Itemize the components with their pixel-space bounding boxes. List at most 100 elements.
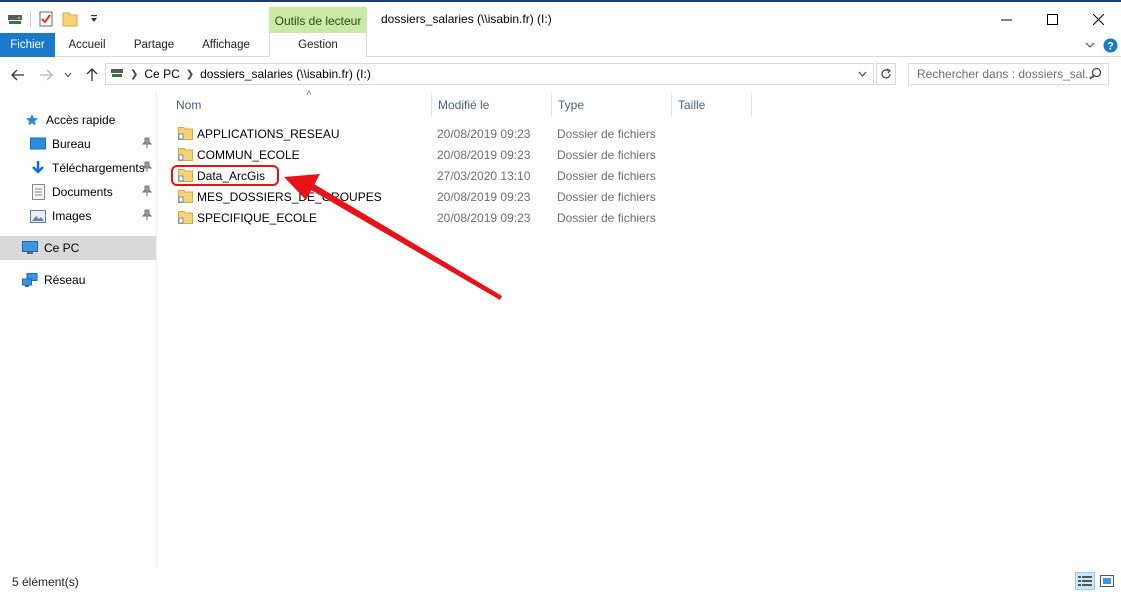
pin-icon[interactable] — [141, 185, 153, 200]
nav-item-documents[interactable]: Documents — [0, 180, 156, 204]
nav-item-images[interactable]: Images — [0, 204, 156, 228]
file-date: 20/08/2019 09:23 — [437, 190, 531, 204]
help-icon: ? — [1103, 38, 1117, 52]
title-bar: Outils de lecteur dossiers_salaries (\\i… — [0, 0, 1121, 35]
nav-item-label: Documents — [52, 185, 113, 199]
network-icon — [22, 272, 38, 288]
address-dropdown-button[interactable] — [855, 67, 869, 81]
column-header-taille[interactable]: Taille — [672, 92, 752, 117]
forward-button[interactable] — [36, 65, 56, 85]
search-input[interactable]: Rechercher dans : dossiers_sal... — [908, 63, 1109, 85]
column-header-nom[interactable]: Nom ˄ — [170, 88, 432, 117]
ribbon-tab-bar: Fichier Accueil Partage Affichage Gestio… — [0, 33, 1121, 57]
minimize-icon — [1000, 19, 1012, 20]
file-date: 20/08/2019 09:23 — [437, 127, 531, 141]
nav-item-quick-access[interactable]: Accès rapide — [0, 108, 156, 132]
shared-folder-icon — [178, 126, 193, 140]
customize-dropdown-icon[interactable] — [85, 10, 103, 28]
chevron-down-icon — [64, 72, 72, 78]
tab-affichage[interactable]: Affichage — [192, 33, 260, 57]
toolbar-separator — [30, 11, 31, 27]
context-tab-drive-tools[interactable]: Outils de lecteur — [269, 7, 367, 35]
column-label: Taille — [678, 97, 706, 112]
column-header-modifie-le[interactable]: Modifié le — [432, 92, 552, 117]
chevron-down-icon — [858, 71, 866, 77]
documents-icon — [30, 184, 46, 200]
navigation-row: ❯ Ce PC ❯ dossiers_salaries (\\isabin.fr… — [0, 57, 1121, 92]
address-bar[interactable]: ❯ Ce PC ❯ dossiers_salaries (\\isabin.fr… — [105, 63, 874, 85]
breadcrumb-chevron-icon[interactable]: ❯ — [186, 69, 194, 80]
file-type: Dossier de fichiers — [557, 169, 656, 183]
properties-icon[interactable] — [37, 10, 55, 28]
nav-item-label: Ce PC — [44, 241, 80, 255]
table-row[interactable]: APPLICATIONS_RESEAU 20/08/2019 09:23 Dos… — [170, 123, 690, 144]
tab-fichier[interactable]: Fichier — [0, 33, 55, 57]
nav-item-telechargements[interactable]: Téléchargements — [0, 156, 156, 180]
nav-item-bureau[interactable]: Bureau — [0, 132, 156, 156]
breadcrumb-current-drive[interactable]: dossiers_salaries (\\isabin.fr) (I:) — [200, 67, 371, 81]
details-view-icon — [1078, 576, 1092, 586]
large-icons-view-button[interactable] — [1097, 572, 1117, 590]
table-row[interactable]: MES_DOSSIERS_DE_GROUPES 20/08/2019 09:23… — [170, 186, 690, 207]
item-count: 5 élément(s) — [12, 575, 79, 589]
expand-ribbon-button[interactable] — [1082, 37, 1098, 53]
tab-partage[interactable]: Partage — [124, 33, 184, 57]
nav-item-label: Réseau — [44, 273, 86, 287]
table-row[interactable]: SPECIFIQUE_ECOLE 20/08/2019 09:23 Dossie… — [170, 207, 690, 228]
pin-icon[interactable] — [141, 209, 153, 224]
close-icon — [1092, 13, 1104, 25]
drive-icon — [110, 67, 124, 82]
arrow-right-icon — [40, 69, 53, 81]
table-row[interactable]: COMMUN_ECOLE 20/08/2019 09:23 Dossier de… — [170, 144, 690, 165]
file-list-view: Nom ˄ Modifié le Type Taille APPLICATION… — [158, 88, 1121, 568]
file-type: Dossier de fichiers — [557, 127, 656, 141]
shared-folder-icon — [178, 147, 193, 161]
pin-icon[interactable] — [141, 161, 153, 176]
breadcrumb-chevron-icon[interactable]: ❯ — [130, 69, 138, 80]
nav-item-ce-pc[interactable]: Ce PC — [0, 236, 156, 260]
breadcrumb-ce-pc[interactable]: Ce PC — [144, 67, 179, 81]
nav-item-label: Accès rapide — [46, 113, 116, 127]
tab-gestion[interactable]: Gestion — [269, 33, 367, 57]
search-icon[interactable] — [1089, 67, 1102, 83]
refresh-button[interactable] — [876, 63, 896, 85]
column-label: Nom — [176, 97, 202, 112]
images-icon — [30, 208, 46, 224]
maximize-button[interactable] — [1029, 4, 1075, 34]
status-bar: 5 élément(s) — [0, 570, 1121, 592]
search-placeholder: Rechercher dans : dossiers_sal... — [917, 67, 1096, 81]
recent-locations-button[interactable] — [61, 65, 75, 85]
file-name: COMMUN_ECOLE — [197, 148, 300, 162]
download-icon — [30, 160, 46, 176]
file-date: 20/08/2019 09:23 — [437, 148, 531, 162]
file-name: SPECIFIQUE_ECOLE — [197, 211, 318, 225]
details-view-button[interactable] — [1075, 572, 1095, 590]
arrow-left-icon — [11, 69, 24, 81]
file-type: Dossier de fichiers — [557, 211, 656, 225]
tab-accueil[interactable]: Accueil — [58, 33, 116, 57]
file-name: APPLICATIONS_RESEAU — [197, 127, 340, 141]
pin-icon[interactable] — [141, 137, 153, 152]
nav-item-reseau[interactable]: Réseau — [0, 268, 156, 292]
help-button[interactable]: ? — [1102, 37, 1118, 53]
up-button[interactable] — [82, 65, 102, 85]
nav-item-label: Images — [52, 209, 92, 223]
window-title: dossiers_salaries (\\isabin.fr) (I:) — [381, 12, 552, 26]
navigation-pane: Accès rapide Bureau Téléchargements Docu… — [0, 92, 157, 568]
computer-icon — [22, 240, 38, 256]
close-button[interactable] — [1075, 4, 1121, 34]
nav-item-label: Téléchargements — [52, 161, 145, 175]
maximize-icon — [1046, 13, 1058, 25]
drive-icon[interactable] — [6, 10, 24, 28]
annotation-highlight-box — [171, 165, 279, 186]
quick-access-toolbar — [6, 10, 109, 28]
back-button[interactable] — [8, 65, 28, 85]
column-label: Modifié le — [438, 97, 490, 112]
nav-item-label: Bureau — [52, 137, 91, 151]
column-label: Type — [558, 97, 585, 112]
minimize-button[interactable] — [983, 4, 1029, 34]
large-icons-view-icon — [1100, 575, 1114, 587]
new-folder-icon[interactable] — [61, 10, 79, 28]
file-type: Dossier de fichiers — [557, 190, 656, 204]
column-header-type[interactable]: Type — [552, 92, 672, 117]
